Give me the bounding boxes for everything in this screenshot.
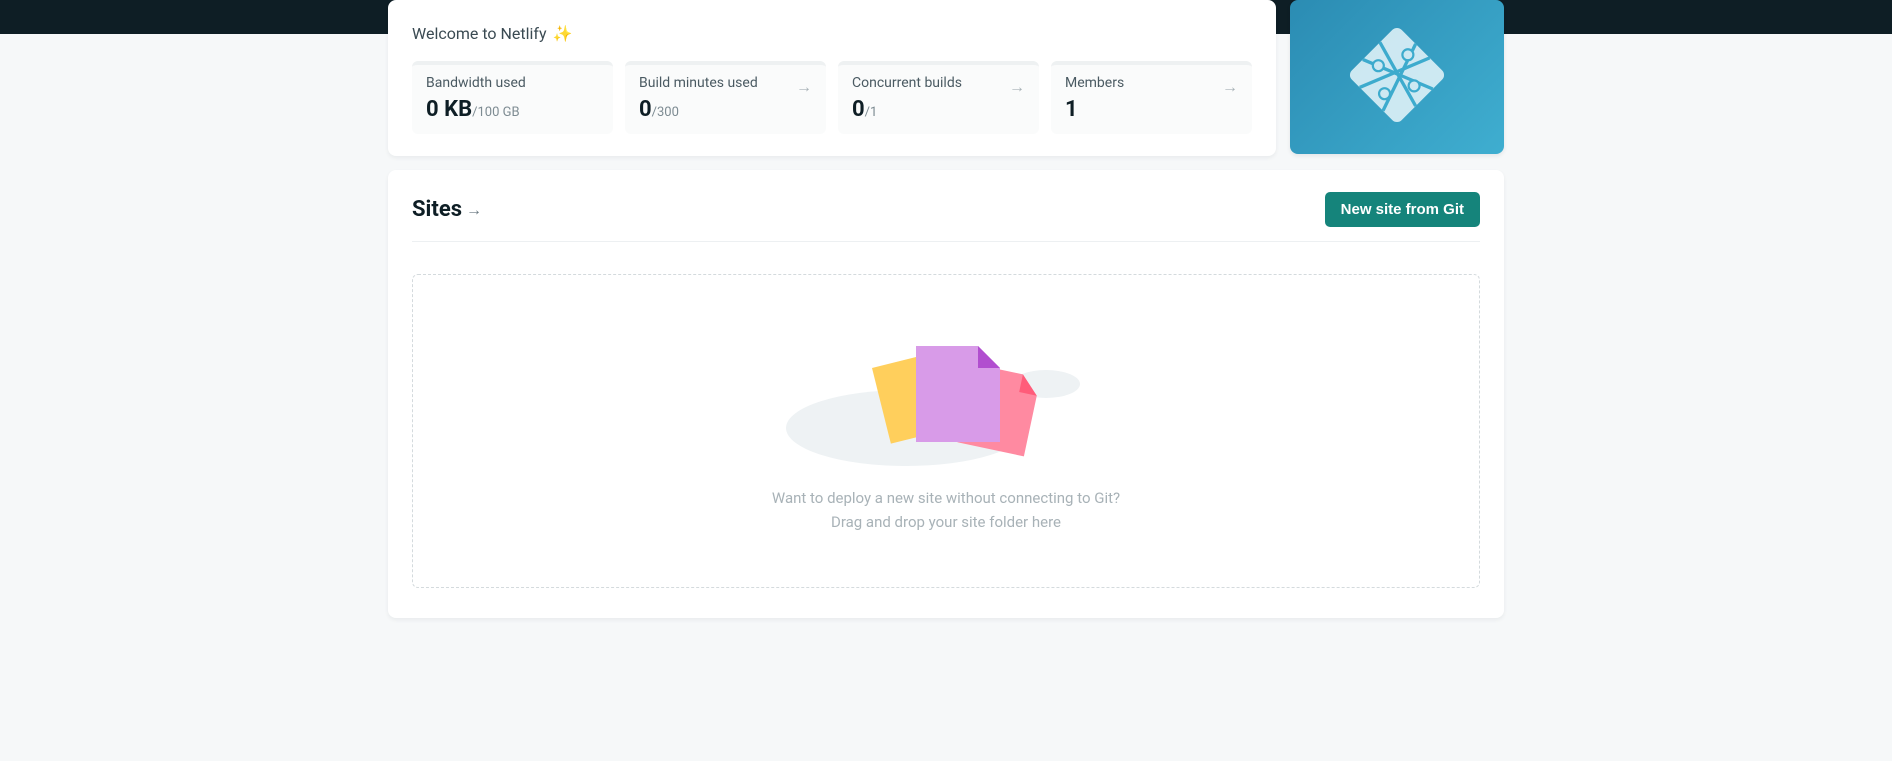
arrow-right-icon: → — [1222, 77, 1238, 97]
stat-label: Build minutes used — [639, 75, 812, 91]
stat-value: 0 — [852, 97, 865, 122]
stat-suffix: /100 GB — [472, 105, 519, 120]
stat-suffix: /1 — [865, 105, 878, 120]
stat-value: 0 — [639, 97, 652, 122]
stat-value: 1 — [1065, 97, 1078, 122]
deploy-dropzone[interactable]: Want to deploy a new site without connec… — [412, 274, 1480, 588]
welcome-text: Welcome to Netlify — [412, 24, 547, 43]
dropzone-illustration-icon — [776, 328, 1116, 468]
brand-tile — [1290, 0, 1504, 154]
stat-bandwidth[interactable]: Bandwidth used 0 KB/100 GB — [412, 61, 613, 134]
stat-suffix: /300 — [652, 105, 679, 120]
sites-title-text: Sites — [412, 197, 462, 222]
stats-row: Bandwidth used 0 KB/100 GB → Build minut… — [412, 61, 1252, 134]
dropzone-line2: Drag and drop your site folder here — [772, 510, 1120, 534]
new-site-from-git-button[interactable]: New site from Git — [1325, 192, 1480, 227]
sparkles-icon: ✨ — [553, 24, 573, 43]
stat-concurrent-builds[interactable]: → Concurrent builds 0/1 — [838, 61, 1039, 134]
stat-value: 0 KB — [426, 97, 472, 122]
arrow-right-icon: → — [796, 77, 812, 97]
welcome-card: Welcome to Netlify ✨ Bandwidth used 0 KB… — [388, 0, 1276, 156]
netlify-logo-icon — [1342, 20, 1452, 134]
stat-members[interactable]: → Members 1 — [1051, 61, 1252, 134]
stat-label: Members — [1065, 75, 1238, 91]
sites-header: Sites → New site from Git — [412, 192, 1480, 242]
arrow-right-icon: → — [466, 200, 482, 220]
welcome-line: Welcome to Netlify ✨ — [412, 24, 1252, 43]
dropzone-text: Want to deploy a new site without connec… — [772, 486, 1120, 534]
stat-label: Bandwidth used — [426, 75, 599, 91]
stat-build-minutes[interactable]: → Build minutes used 0/300 — [625, 61, 826, 134]
sites-title-link[interactable]: Sites → — [412, 197, 482, 222]
stat-label: Concurrent builds — [852, 75, 1025, 91]
arrow-right-icon: → — [1009, 77, 1025, 97]
sites-card: Sites → New site from Git — [388, 170, 1504, 618]
dropzone-line1: Want to deploy a new site without connec… — [772, 486, 1120, 510]
